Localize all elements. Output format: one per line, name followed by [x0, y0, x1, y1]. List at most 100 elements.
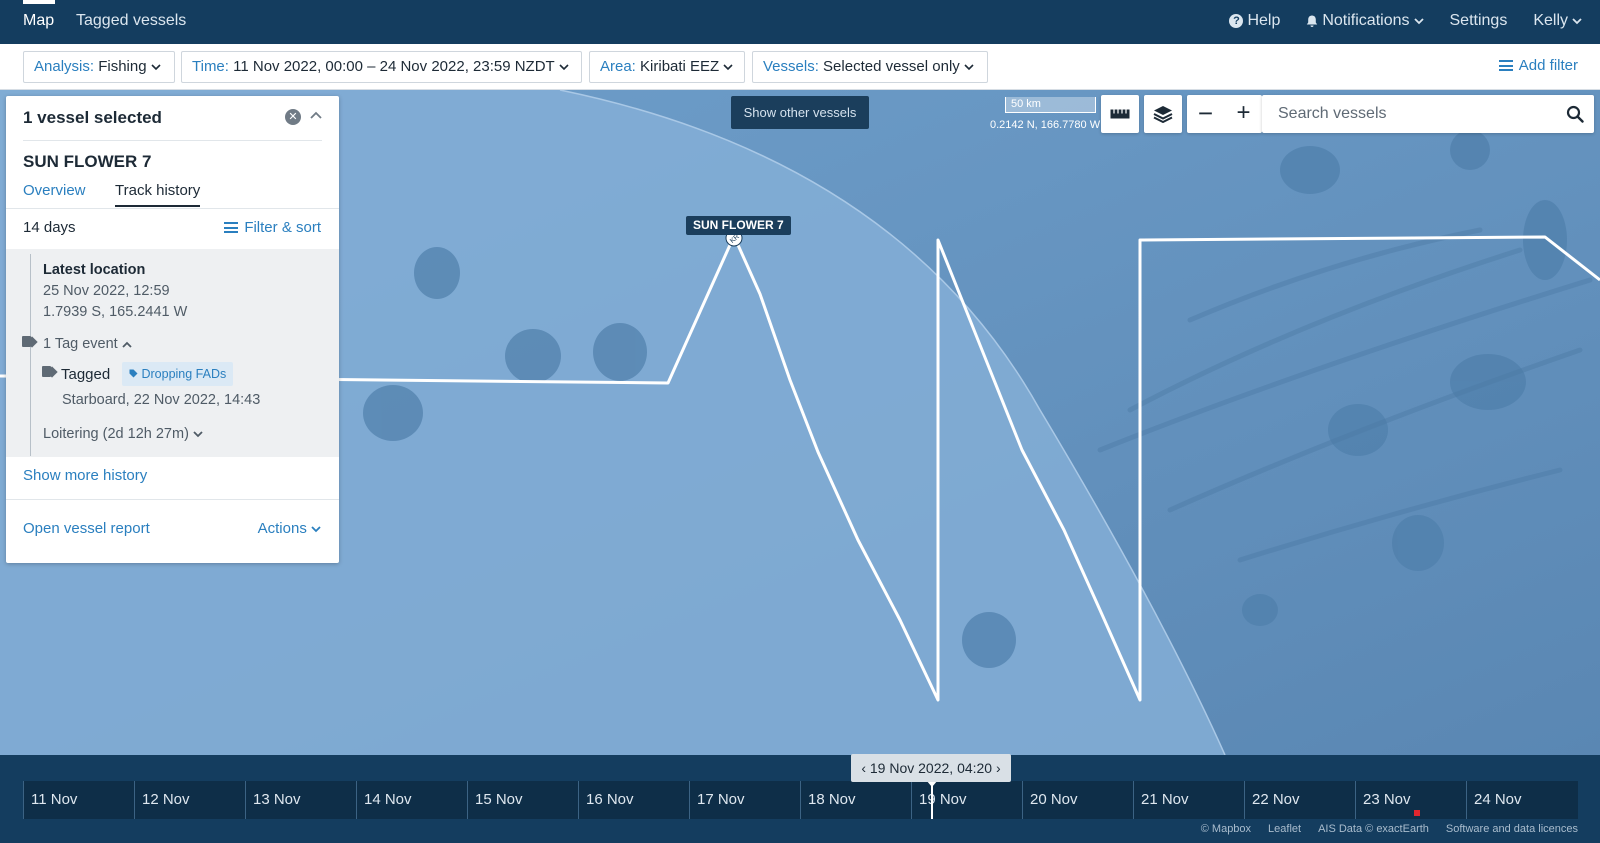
filter-sort-button[interactable]: Filter & sort [224, 219, 321, 236]
chevron-up-icon [122, 341, 132, 348]
timeline-day[interactable]: 17 Nov [689, 781, 800, 819]
nav-user-label: Kelly [1533, 12, 1568, 29]
licences-link[interactable]: Software and data licences [1446, 823, 1578, 835]
active-nav-indicator [23, 0, 55, 4]
nav-help[interactable]: ? Help [1229, 12, 1280, 30]
nav-notifications[interactable]: Notifications [1306, 12, 1424, 30]
actions-label: Actions [257, 520, 307, 537]
add-filter-button[interactable]: Add filter [1498, 57, 1578, 74]
timeline-day[interactable]: 15 Nov [467, 781, 578, 819]
latest-location-coords: 1.7939 S, 165.2441 W [43, 304, 188, 320]
chevron-down-icon [193, 431, 203, 438]
top-navigation: Map Tagged vessels ? Help Notifications … [0, 0, 1600, 44]
tag-badge[interactable]: Dropping FADs [122, 362, 234, 386]
chevron-left-icon[interactable]: ‹ [861, 760, 866, 776]
search-icon[interactable] [1566, 105, 1584, 123]
timeline-day[interactable]: 14 Nov [356, 781, 467, 819]
tag-icon [22, 336, 35, 347]
timeline-day[interactable]: 21 Nov [1133, 781, 1244, 819]
chevron-down-icon [151, 64, 161, 71]
vessels-filter-value: Selected vessel only [823, 58, 960, 75]
nav-help-label: Help [1247, 12, 1281, 29]
tag-event-toggle[interactable]: 1 Tag event [43, 336, 132, 352]
cursor-coordinates: 0.2142 N, 166.7780 W [990, 119, 1101, 131]
loitering-toggle[interactable]: Loitering (2d 12h 27m) [43, 426, 203, 442]
chevron-down-icon [723, 64, 733, 71]
divider [23, 140, 322, 141]
open-vessel-report-link[interactable]: Open vessel report [23, 520, 150, 537]
history-period: 14 days [23, 219, 76, 236]
vessel-map-label[interactable]: SUN FLOWER 7 [686, 216, 791, 235]
area-filter-key: Area: [600, 58, 636, 75]
nav-notifications-label: Notifications [1322, 12, 1410, 29]
time-filter-key: Time: [192, 58, 229, 75]
nav-map[interactable]: Map [23, 12, 54, 30]
analysis-filter-key: Analysis: [34, 58, 95, 75]
filter-lines-icon [1498, 60, 1513, 71]
divider [6, 499, 339, 500]
divider [6, 208, 339, 209]
actions-menu[interactable]: Actions [258, 520, 321, 537]
panel-title: 1 vessel selected [23, 108, 162, 127]
history-timeline-line [30, 254, 31, 456]
ruler-button[interactable] [1101, 95, 1139, 133]
chevron-down-icon [1413, 17, 1424, 24]
add-filter-label: Add filter [1518, 57, 1578, 74]
bell-icon [1307, 15, 1318, 27]
analysis-filter[interactable]: Analysis: Fishing [23, 51, 175, 83]
latest-location-label: Latest location [43, 262, 146, 278]
vessels-filter-key: Vessels: [763, 58, 819, 75]
help-icon: ? [1229, 14, 1244, 28]
vessels-filter[interactable]: Vessels: Selected vessel only [752, 51, 988, 83]
close-icon[interactable]: ✕ [285, 109, 301, 125]
tab-overview[interactable]: Overview [23, 182, 86, 199]
show-more-history-link[interactable]: Show more history [23, 467, 147, 484]
nav-user-menu[interactable]: Kelly [1533, 12, 1582, 30]
current-time-control[interactable]: ‹ 19 Nov 2022, 04:20 › [851, 754, 1011, 782]
layers-button[interactable] [1144, 95, 1182, 133]
filter-lines-icon [224, 222, 239, 233]
vessel-name: SUN FLOWER 7 [23, 152, 152, 171]
chevron-down-icon [964, 64, 974, 71]
zoom-in-button[interactable]: + [1225, 95, 1262, 133]
show-other-vessels-button[interactable]: Show other vessels [731, 96, 869, 129]
timeline-day[interactable]: 11 Nov [23, 781, 134, 819]
timeline-days[interactable]: 11 Nov 12 Nov 13 Nov 14 Nov 15 Nov 16 No… [23, 781, 1578, 819]
timeline-day[interactable]: 16 Nov [578, 781, 689, 819]
chevron-down-icon [559, 64, 569, 71]
zoom-out-button[interactable]: − [1187, 95, 1224, 133]
tag-event-label: 1 Tag event [43, 336, 118, 352]
timeline-day[interactable]: 23 Nov [1355, 781, 1466, 819]
zoom-controls: − + [1187, 95, 1262, 133]
ruler-icon [1110, 109, 1130, 119]
tag-event-marker[interactable] [1414, 810, 1420, 816]
timeline-day[interactable]: 18 Nov [800, 781, 911, 819]
chevron-right-icon[interactable]: › [996, 760, 1001, 776]
chevron-down-icon [1572, 17, 1582, 24]
attribution-leaflet[interactable]: Leaflet [1268, 823, 1301, 835]
tagged-label: Tagged [61, 366, 111, 383]
layers-icon [1153, 106, 1173, 123]
chevron-down-icon [311, 526, 321, 533]
attribution-footer: © Mapbox Leaflet AIS Data © exactEarth S… [1201, 823, 1578, 835]
timeline-day[interactable]: 22 Nov [1244, 781, 1355, 819]
chevron-up-icon[interactable] [310, 106, 322, 122]
timeline-day[interactable]: 20 Nov [1022, 781, 1133, 819]
tag-icon [42, 366, 55, 377]
tag-icon [129, 369, 138, 378]
area-filter[interactable]: Area: Kiribati EEZ [589, 51, 745, 83]
time-filter[interactable]: Time: 11 Nov 2022, 00:00 – 24 Nov 2022, … [181, 51, 582, 83]
attribution-mapbox[interactable]: © Mapbox [1201, 823, 1251, 835]
time-filter-value: 11 Nov 2022, 00:00 – 24 Nov 2022, 23:59 … [233, 58, 555, 75]
tab-track-history[interactable]: Track history [115, 182, 201, 207]
search-input[interactable] [1278, 95, 1548, 133]
nav-settings[interactable]: Settings [1450, 12, 1508, 30]
timeline-day[interactable]: 13 Nov [245, 781, 356, 819]
nav-tagged-vessels[interactable]: Tagged vessels [76, 12, 186, 30]
timeline-day[interactable]: 12 Nov [134, 781, 245, 819]
tag-badge-label: Dropping FADs [141, 367, 227, 381]
timeline-day[interactable]: 24 Nov [1466, 781, 1578, 819]
attribution-ais[interactable]: AIS Data © exactEarth [1318, 823, 1429, 835]
vessel-panel: 1 vessel selected ✕ SUN FLOWER 7 Overvie… [6, 96, 339, 563]
nav-right-group: ? Help Notifications Settings Kelly [1229, 12, 1582, 30]
